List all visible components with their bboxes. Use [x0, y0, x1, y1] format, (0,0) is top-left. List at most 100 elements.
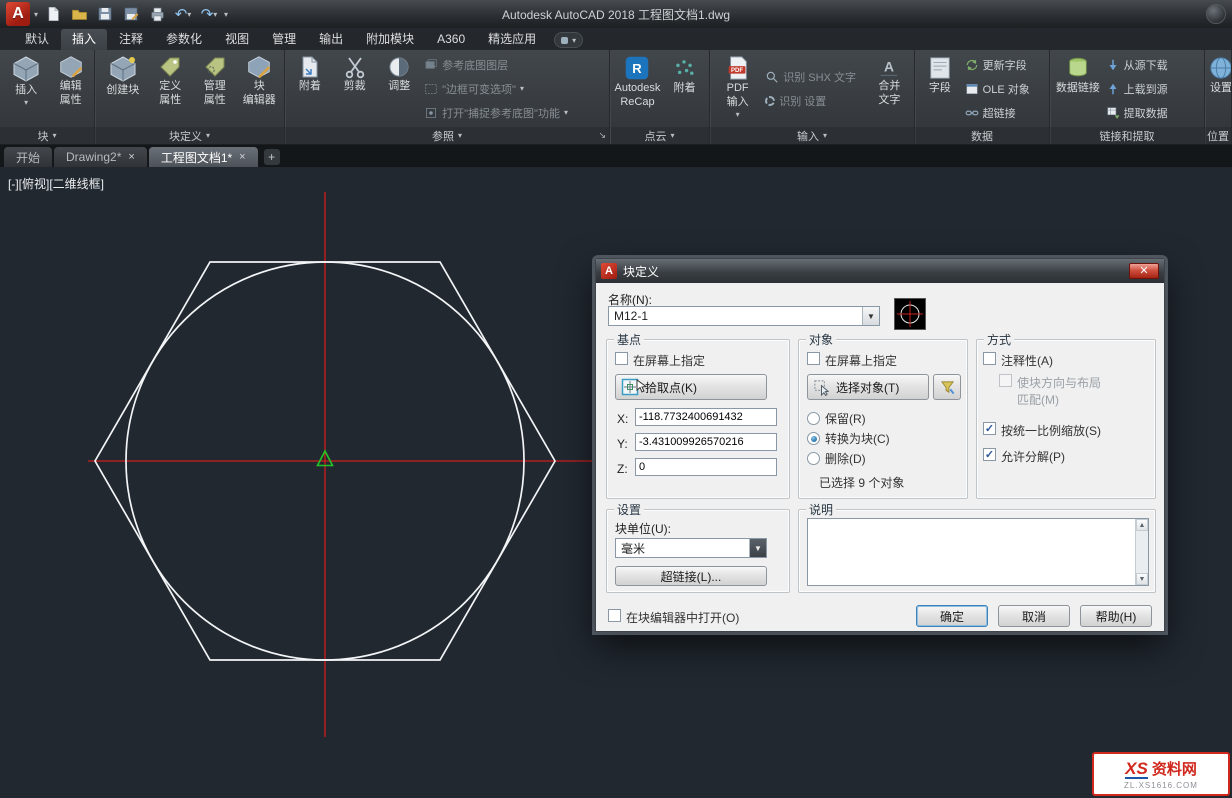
underlay-layers-button[interactable]: 参考底图图层 — [424, 54, 604, 75]
radio-circle[interactable] — [807, 432, 820, 445]
panel-label-point-cloud[interactable]: 点云▾ — [610, 127, 709, 144]
uniform-scale-checkbox[interactable]: ✓ 按统一比例缩放(S) — [983, 422, 1101, 439]
adjust-button[interactable]: 调整 — [377, 52, 421, 125]
combine-text-button[interactable]: A 合并 文字 — [868, 52, 911, 125]
save-button[interactable] — [94, 3, 116, 25]
chevron-down-icon[interactable]: ▾ — [34, 10, 38, 19]
scroll-down-icon[interactable]: ▼ — [1136, 573, 1148, 585]
block-unit-combobox[interactable]: 毫米 ▼ — [615, 538, 767, 558]
redo-button[interactable]: ↷▾ — [198, 3, 220, 25]
new-file-button[interactable] — [42, 3, 64, 25]
description-textarea[interactable]: ▲ ▼ — [807, 518, 1149, 586]
checkbox-box[interactable] — [983, 352, 996, 365]
x-input[interactable] — [635, 408, 777, 426]
panel-label-location[interactable]: 位置 — [1205, 127, 1231, 144]
qat-menu-button[interactable]: ▾ — [224, 10, 228, 19]
block-editor-button[interactable]: 块 编辑器 — [237, 52, 281, 125]
clip-button[interactable]: 剪裁 — [333, 52, 377, 125]
autodesk-recap-button[interactable]: R Autodesk ReCap — [613, 52, 662, 125]
update-fields-button[interactable]: 更新字段 — [965, 54, 1044, 75]
edit-attribute-button[interactable]: 编辑 属性 — [50, 52, 91, 125]
panel-label-reference[interactable]: 参照▾ ↘ — [285, 127, 609, 144]
pick-point-button[interactable]: 拾取点(K) — [615, 374, 767, 400]
file-tab-drawing2[interactable]: Drawing2* × — [54, 147, 147, 167]
y-input[interactable] — [635, 433, 777, 451]
panel-label-import[interactable]: 输入▾ — [710, 127, 914, 144]
objects-onscreen-checkbox[interactable]: 在屏幕上指定 — [807, 352, 897, 369]
plot-button[interactable] — [146, 3, 168, 25]
file-tab-start[interactable]: 开始 — [4, 147, 52, 167]
tab-parametric[interactable]: 参数化 — [155, 29, 213, 50]
attach-reference-button[interactable]: 附着 — [288, 52, 332, 125]
checkbox-box[interactable] — [608, 609, 621, 622]
close-icon[interactable]: × — [128, 151, 134, 163]
save-as-button[interactable] — [120, 3, 142, 25]
cancel-button[interactable]: 取消 — [998, 605, 1070, 627]
checkbox-box[interactable]: ✓ — [983, 422, 996, 435]
ole-object-button[interactable]: OLE 对象 — [965, 78, 1044, 99]
chevron-down-icon[interactable]: ▼ — [862, 307, 879, 325]
panel-label-data[interactable]: 数据 — [915, 127, 1049, 144]
panel-label-block[interactable]: 块▾ — [0, 127, 94, 144]
viewport-controls[interactable]: [-][俯视][二维线框] — [8, 175, 104, 192]
open-in-block-editor-checkbox[interactable]: 在块编辑器中打开(O) — [608, 609, 739, 626]
file-tab-doc1[interactable]: 工程图文档1* × — [149, 147, 258, 167]
undo-button[interactable]: ↶▾ — [172, 3, 194, 25]
ok-button[interactable]: 确定 — [916, 605, 988, 627]
dialog-launcher-icon[interactable]: ↘ — [598, 130, 606, 141]
delete-radio[interactable]: 删除(D) — [807, 450, 866, 467]
hyperlink-button[interactable]: 超链接 — [965, 102, 1044, 123]
radio-circle[interactable] — [807, 452, 820, 465]
set-location-button[interactable]: 设置 — [1208, 52, 1232, 125]
tab-output[interactable]: 输出 — [308, 29, 354, 50]
tab-manage[interactable]: 管理 — [261, 29, 307, 50]
checkbox-box[interactable] — [615, 352, 628, 365]
autocad-logo[interactable]: A — [6, 2, 30, 26]
basepoint-onscreen-checkbox[interactable]: 在屏幕上指定 — [615, 352, 705, 369]
tab-insert[interactable]: 插入 — [61, 29, 107, 50]
tab-addins[interactable]: 附加模块 — [355, 29, 425, 50]
attach-point-cloud-button[interactable]: 附着 — [663, 52, 706, 125]
tab-annotate[interactable]: 注释 — [108, 29, 154, 50]
recognition-settings-button[interactable]: 识别 设置 — [765, 90, 864, 111]
define-attributes-button[interactable]: 定义 属性 — [148, 52, 192, 125]
open-file-button[interactable] — [68, 3, 90, 25]
z-input[interactable] — [635, 458, 777, 476]
insert-block-button[interactable]: 插入 ▾ — [3, 52, 49, 125]
tab-view[interactable]: 视图 — [214, 29, 260, 50]
retain-radio[interactable]: 保留(R) — [807, 410, 866, 427]
dialog-close-button[interactable]: ✕ — [1129, 263, 1159, 279]
select-objects-button[interactable]: 选择对象(T) — [807, 374, 929, 400]
scroll-up-icon[interactable]: ▲ — [1136, 519, 1148, 531]
frames-button[interactable]: "边框可变选项" ▾ — [424, 78, 604, 99]
checkbox-box[interactable] — [807, 352, 820, 365]
download-from-source-button[interactable]: 从源下载 — [1106, 54, 1199, 75]
create-block-button[interactable]: 创建块 — [98, 52, 147, 125]
pdf-import-button[interactable]: PDF PDF 输入 ▾ — [713, 52, 762, 125]
name-combobox[interactable]: M12-1 ▼ — [608, 306, 880, 326]
infocenter-badge[interactable] — [1206, 4, 1226, 24]
quick-select-button[interactable] — [933, 374, 961, 400]
chevron-down-icon[interactable]: ▼ — [749, 539, 766, 557]
field-button[interactable]: 字段 — [918, 52, 962, 125]
recognize-shx-button[interactable]: 识别 SHX 文字 — [765, 66, 864, 87]
data-link-button[interactable]: 数据链接 — [1053, 52, 1103, 125]
convert-to-block-radio[interactable]: 转换为块(C) — [807, 430, 890, 447]
help-button[interactable]: 帮助(H) — [1080, 605, 1152, 627]
radio-circle[interactable] — [807, 412, 820, 425]
checkbox-box[interactable]: ✓ — [983, 448, 996, 461]
upload-to-source-button[interactable]: 上载到源 — [1106, 78, 1199, 99]
tab-featured-apps[interactable]: 精选应用 — [477, 29, 547, 50]
allow-explode-checkbox[interactable]: ✓ 允许分解(P) — [983, 448, 1065, 465]
panel-label-link-extract[interactable]: 链接和提取 — [1050, 127, 1204, 144]
panel-label-block-definition[interactable]: 块定义▾ — [95, 127, 284, 144]
snap-to-underlay-button[interactable]: 打开"捕捉参考底图"功能 ▾ — [424, 102, 604, 123]
scrollbar[interactable]: ▲ ▼ — [1135, 519, 1148, 585]
hyperlink-dialog-button[interactable]: 超链接(L)... — [615, 566, 767, 586]
manage-attributes-button[interactable]: 管理 属性 — [193, 52, 237, 125]
dialog-title-bar[interactable]: A 块定义 ✕ — [596, 259, 1164, 283]
tab-home[interactable]: 默认 — [14, 29, 60, 50]
new-drawing-tab-button[interactable]: + — [264, 149, 280, 165]
extract-data-button[interactable]: 提取数据 — [1106, 102, 1199, 123]
annotative-checkbox[interactable]: 注释性(A) — [983, 352, 1053, 369]
